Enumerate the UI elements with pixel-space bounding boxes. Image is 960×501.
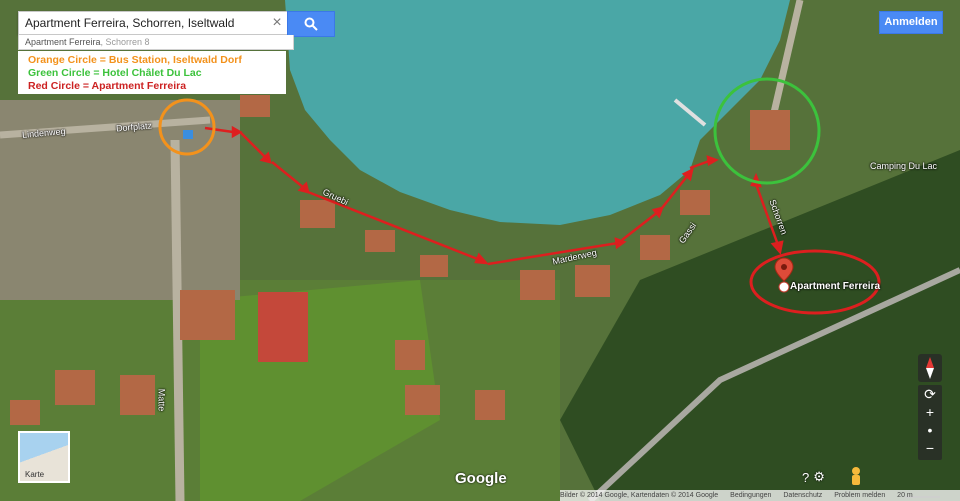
map-legend: Orange Circle = Bus Station, Iseltwald D… [18,51,286,94]
rotate-icon[interactable]: ⟳ [918,385,942,403]
road-matte [170,139,185,501]
minimap-toggle[interactable]: Karte [18,431,70,483]
camping-label[interactable]: Camping Du Lac [870,161,937,171]
terms-link[interactable]: Bedingungen [730,492,771,499]
pin-dot [781,264,787,270]
legend-red: Red Circle = Apartment Ferreira [28,80,187,92]
search-suggestion[interactable]: Apartment Ferreira, Schorren 8 [18,35,294,50]
search-box: × [18,11,288,35]
zoom-controls: ⟳ + • − [918,385,942,460]
settings-icon[interactable]: ⚙ [813,469,825,485]
bus-stop-icon[interactable] [183,130,193,139]
pegman-icon[interactable] [852,467,860,485]
google-logo: Google [455,470,507,487]
attribution-text: Bilder © 2014 Google, Kartendaten © 2014… [560,492,719,499]
help-icon[interactable]: ? [802,470,809,485]
compass-icon[interactable] [918,354,942,382]
zoom-in-button[interactable]: + [918,403,942,421]
location-icon[interactable]: • [918,421,942,439]
attribution-bar: Bilder © 2014 Google, Kartendaten © 2014… [560,490,960,501]
street-label: Matte [156,388,167,412]
scale-label: 20 m [897,492,913,499]
signin-button[interactable]: Anmelden [879,11,943,34]
search-input[interactable] [19,13,267,33]
clear-search-icon[interactable]: × [267,13,287,33]
zoom-out-button[interactable]: − [918,439,942,457]
lodging-icon[interactable] [778,281,790,293]
map-tools: ? ⚙ [802,467,825,487]
suggestion-address: , Schorren 8 [100,37,150,47]
search-icon [304,17,318,31]
privacy-link[interactable]: Datenschutz [783,492,822,499]
search-button[interactable] [287,11,335,37]
suggestion-title: Apartment Ferreira [25,37,101,47]
report-link[interactable]: Problem melden [834,492,885,499]
place-label[interactable]: Apartment Ferreira [790,281,880,292]
legend-orange: Orange Circle = Bus Station, Iseltwald D… [28,54,242,66]
legend-green: Green Circle = Hotel Châlet Du Lac [28,67,202,79]
minimap-label: Karte [25,470,45,479]
sports-court [258,292,308,362]
